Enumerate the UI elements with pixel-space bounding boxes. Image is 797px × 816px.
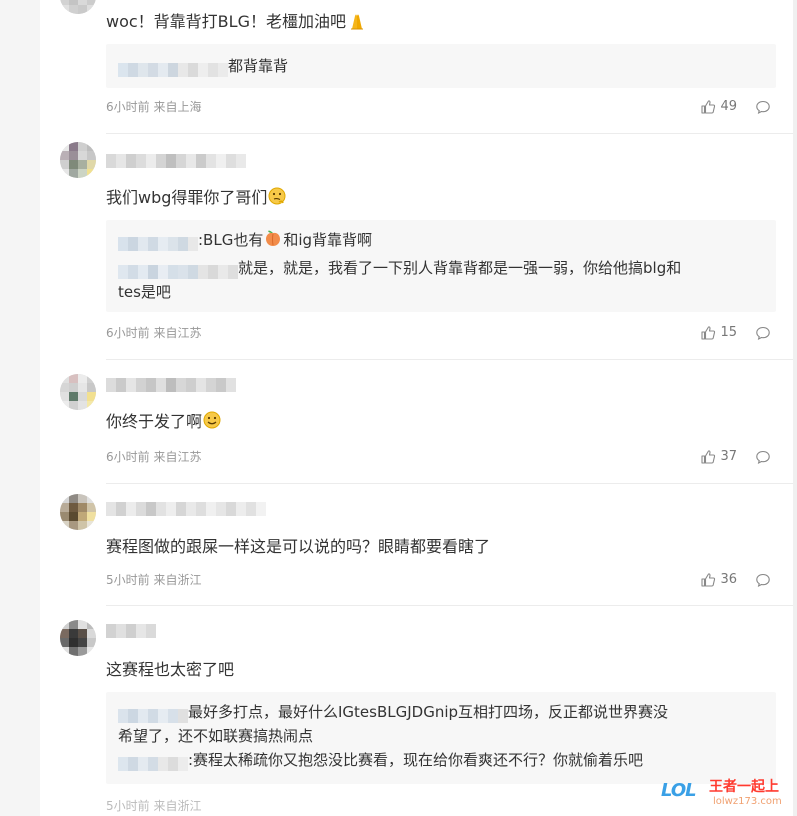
comment-text: 这赛程也太密了吧 — [106, 660, 235, 679]
like-count: 49 — [720, 99, 737, 114]
scrollbar-track[interactable] — [793, 0, 797, 816]
reply-line[interactable]: 都背靠背 — [118, 54, 288, 78]
thinking-emoji-icon — [267, 186, 287, 213]
thumb-up-icon — [700, 99, 716, 115]
pray-emoji-icon — [346, 10, 368, 37]
like-button[interactable]: 37 — [700, 449, 737, 465]
watermark-logo: LOL — [661, 780, 697, 801]
reply-button[interactable] — [755, 325, 771, 341]
comment-item: 我们wbg得罪你了哥们 :BLG也有 和ig背靠背啊 就是，就是，我看了一下别人背… — [40, 134, 793, 360]
reply-box: 最好多打点，最好什么IGtesBLGJDGnip互相打四场，反正都说世界赛没 希… — [106, 692, 776, 784]
site-watermark: LOL 王者一起上 lolwz173.com — [661, 776, 793, 812]
comment-item: 你终于发了啊 6小时前 来自江苏 37 — [40, 360, 793, 484]
comment-text: 我们wbg得罪你了哥们 — [106, 186, 287, 213]
reply-box: 都背靠背 — [106, 44, 776, 88]
reply-box: :BLG也有 和ig背靠背啊 就是，就是，我看了一下别人背靠背都是一强一弱，你给他… — [106, 220, 776, 312]
like-count: 37 — [720, 449, 737, 464]
reply-button[interactable] — [755, 449, 771, 465]
like-button[interactable]: 15 — [700, 325, 737, 341]
comment-text: woc！背靠背打BLG！老橿加油吧 — [106, 10, 368, 37]
reply-line[interactable]: :BLG也有 和ig背靠背啊 — [118, 228, 372, 255]
blurred-username[interactable] — [106, 378, 236, 392]
blurred-username[interactable] — [106, 154, 246, 168]
reply-line[interactable]: :赛程太稀疏你又抱怨没比赛看，现在给你看爽还不行？你就偷着乐吧 — [118, 748, 643, 772]
avatar[interactable] — [60, 0, 96, 14]
reply-bubble-icon — [755, 572, 771, 588]
comment-item: 赛程图做的跟屎一样这是可以说的吗？眼睛都要看瞎了 5小时前 来自浙江 36 — [40, 484, 793, 606]
avatar[interactable] — [60, 494, 96, 530]
reply-line[interactable]: 希望了，还不如联赛搞热闹点 — [118, 724, 313, 748]
reply-bubble-icon — [755, 99, 771, 115]
blurred-username — [118, 706, 188, 723]
reply-button[interactable] — [755, 572, 771, 588]
avatar[interactable] — [60, 374, 96, 410]
comment-item: woc！背靠背打BLG！老橿加油吧 都背靠背 6小时前 来自上海 49 — [40, 0, 793, 134]
like-count: 15 — [720, 325, 737, 340]
peach-emoji-icon — [263, 228, 283, 255]
reply-line[interactable]: tes是吧 — [118, 280, 171, 304]
watermark-url: lolwz173.com — [713, 796, 782, 807]
comment-text: 你终于发了啊 — [106, 410, 222, 437]
comment-feed: woc！背靠背打BLG！老橿加油吧 都背靠背 6小时前 来自上海 49 我们wb… — [40, 0, 793, 816]
smile-emoji-icon — [202, 410, 222, 437]
comment-meta: 5小时前 来自浙江 — [106, 573, 202, 587]
thumb-up-icon — [700, 449, 716, 465]
like-count: 36 — [720, 572, 737, 587]
left-margin — [0, 0, 40, 816]
like-button[interactable]: 49 — [700, 99, 737, 115]
reply-line[interactable]: 就是，就是，我看了一下别人背靠背都是一强一弱，你给他搞blg和 — [118, 256, 681, 280]
like-button[interactable]: 36 — [700, 572, 737, 588]
blurred-username[interactable] — [106, 502, 266, 516]
reply-button[interactable] — [755, 99, 771, 115]
reply-line[interactable]: 最好多打点，最好什么IGtesBLGJDGnip互相打四场，反正都说世界赛没 — [118, 700, 668, 724]
blurred-username[interactable] — [106, 624, 156, 638]
blurred-username — [118, 262, 238, 279]
blurred-username — [118, 60, 228, 77]
thumb-up-icon — [700, 325, 716, 341]
comment-meta: 6小时前 来自上海 — [106, 100, 202, 114]
reply-bubble-icon — [755, 325, 771, 341]
thumb-up-icon — [700, 572, 716, 588]
blurred-username — [118, 754, 188, 771]
avatar[interactable] — [60, 142, 96, 178]
comment-meta: 6小时前 来自江苏 — [106, 326, 202, 340]
avatar[interactable] — [60, 620, 96, 656]
comment-text: 赛程图做的跟屎一样这是可以说的吗？眼睛都要看瞎了 — [106, 537, 491, 556]
comment-meta: 5小时前 来自浙江 — [106, 799, 202, 813]
reply-bubble-icon — [755, 449, 771, 465]
blurred-username — [118, 234, 198, 251]
comment-meta: 6小时前 来自江苏 — [106, 450, 202, 464]
watermark-title: 王者一起上 — [709, 779, 779, 795]
